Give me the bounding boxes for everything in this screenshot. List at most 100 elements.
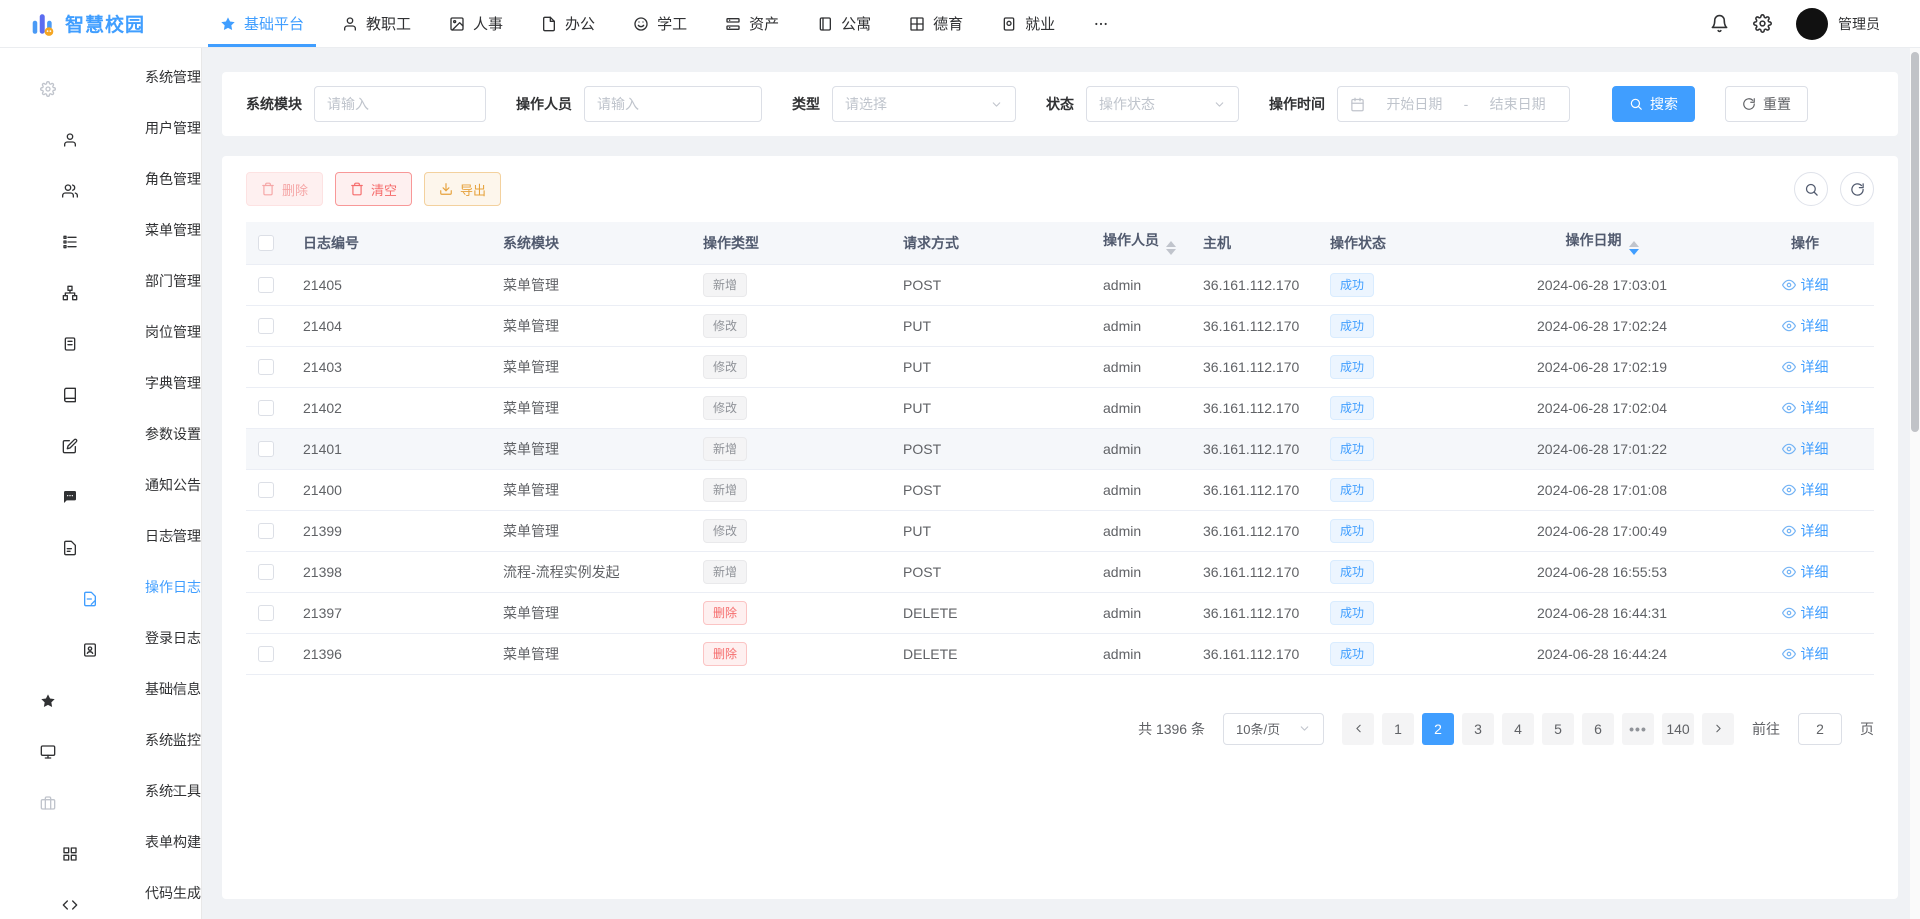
sidebar-item[interactable]: 表单构建 bbox=[0, 816, 201, 867]
avatar[interactable] bbox=[1796, 8, 1828, 40]
cell-module: 菜单管理 bbox=[491, 633, 691, 674]
select-all-header bbox=[246, 222, 291, 264]
status-filter-select[interactable]: 操作状态 bbox=[1086, 86, 1239, 122]
cell-operation-type: 修改 bbox=[691, 346, 891, 387]
next-page-button[interactable] bbox=[1702, 713, 1734, 745]
chevron-down-icon bbox=[168, 682, 181, 695]
cell-action: 详细 bbox=[1736, 633, 1874, 674]
sidebar-item[interactable]: 操作日志 bbox=[0, 561, 201, 612]
detail-link[interactable]: 详细 bbox=[1782, 480, 1829, 500]
nav-more-button[interactable] bbox=[1081, 0, 1121, 47]
row-checkbox[interactable] bbox=[258, 318, 274, 334]
sidebar-item[interactable]: 登录日志 bbox=[0, 612, 201, 663]
page-button[interactable]: 1 bbox=[1382, 713, 1414, 745]
cell-method: PUT bbox=[891, 305, 1091, 346]
username[interactable]: 管理员 bbox=[1838, 14, 1880, 34]
sidebar-item[interactable]: 参数设置 bbox=[0, 408, 201, 459]
page-button[interactable]: 6 bbox=[1582, 713, 1614, 745]
sidebar-item[interactable]: 代码生成 bbox=[0, 867, 201, 918]
cell-log-id: 21400 bbox=[291, 469, 491, 510]
delete-button[interactable]: 删除 bbox=[246, 172, 323, 206]
cell-host: 36.161.112.170 bbox=[1191, 346, 1318, 387]
toggle-search-button[interactable] bbox=[1794, 172, 1828, 206]
nav-tab[interactable]: 学工 bbox=[621, 0, 699, 47]
nav-tab[interactable]: 公寓 bbox=[805, 0, 883, 47]
nav-tab[interactable]: 就业 bbox=[989, 0, 1067, 47]
sidebar-item[interactable]: 部门管理 bbox=[0, 255, 201, 306]
row-checkbox[interactable] bbox=[258, 482, 274, 498]
detail-link[interactable]: 详细 bbox=[1782, 644, 1829, 664]
row-checkbox[interactable] bbox=[258, 277, 274, 293]
row-checkbox[interactable] bbox=[258, 359, 274, 375]
goto-suffix: 页 bbox=[1860, 719, 1874, 739]
page-button[interactable]: 2 bbox=[1422, 713, 1454, 745]
sortable-column-header[interactable]: 操作人员 bbox=[1091, 222, 1191, 264]
sort-carets[interactable] bbox=[1166, 241, 1176, 255]
sidebar-item[interactable]: 用户管理 bbox=[0, 102, 201, 153]
nav-tab[interactable]: 教职工 bbox=[330, 0, 423, 47]
page-button[interactable]: 140 bbox=[1662, 713, 1694, 745]
sidebar-item[interactable]: 系统监控 bbox=[0, 714, 201, 765]
nav-tab[interactable]: 基础平台 bbox=[208, 0, 316, 47]
detail-link[interactable]: 详细 bbox=[1782, 398, 1829, 418]
sortable-column-header[interactable]: 操作日期 bbox=[1468, 222, 1736, 264]
module-filter-input[interactable] bbox=[314, 86, 486, 122]
chevron-down-icon bbox=[1213, 98, 1226, 111]
settings-button[interactable] bbox=[1753, 14, 1772, 33]
refresh-table-button[interactable] bbox=[1840, 172, 1874, 206]
sidebar-item[interactable]: 系统工具 bbox=[0, 765, 201, 816]
cell-action: 详细 bbox=[1736, 264, 1874, 305]
detail-link[interactable]: 详细 bbox=[1782, 357, 1829, 377]
cell-method: DELETE bbox=[891, 592, 1091, 633]
detail-link[interactable]: 详细 bbox=[1782, 439, 1829, 459]
cell-host: 36.161.112.170 bbox=[1191, 510, 1318, 551]
notifications-button[interactable] bbox=[1710, 14, 1729, 33]
row-checkbox[interactable] bbox=[258, 605, 274, 621]
pagination: 共 1396 条 10条/页 123456•••140 前往 页 bbox=[246, 713, 1874, 745]
row-checkbox[interactable] bbox=[258, 441, 274, 457]
reset-button[interactable]: 重置 bbox=[1725, 86, 1808, 122]
cell-select bbox=[246, 551, 291, 592]
page-size-select[interactable]: 10条/页 bbox=[1223, 713, 1324, 745]
select-all-checkbox[interactable] bbox=[258, 235, 274, 251]
nav-tab[interactable]: 人事 bbox=[437, 0, 515, 47]
nav-tab[interactable]: 办公 bbox=[529, 0, 607, 47]
detail-link-label: 详细 bbox=[1801, 357, 1829, 377]
export-button[interactable]: 导出 bbox=[424, 172, 501, 206]
scrollbar-thumb[interactable] bbox=[1911, 52, 1919, 432]
sort-carets[interactable] bbox=[1629, 241, 1639, 255]
detail-link[interactable]: 详细 bbox=[1782, 316, 1829, 336]
page-button[interactable]: 3 bbox=[1462, 713, 1494, 745]
operator-filter-input[interactable] bbox=[584, 86, 762, 122]
page-button[interactable]: 4 bbox=[1502, 713, 1534, 745]
sidebar-item[interactable]: 通知公告 bbox=[0, 459, 201, 510]
detail-link[interactable]: 详细 bbox=[1782, 562, 1829, 582]
search-button[interactable]: 搜索 bbox=[1612, 86, 1695, 122]
detail-link[interactable]: 详细 bbox=[1782, 603, 1829, 623]
sidebar-item[interactable]: 系统管理 bbox=[0, 51, 201, 102]
sidebar-item[interactable]: 角色管理 bbox=[0, 153, 201, 204]
sidebar-item[interactable]: 岗位管理 bbox=[0, 306, 201, 357]
cell-host: 36.161.112.170 bbox=[1191, 592, 1318, 633]
sidebar-item[interactable]: 日志管理 bbox=[0, 510, 201, 561]
row-checkbox[interactable] bbox=[258, 400, 274, 416]
sidebar-item[interactable]: 字典管理 bbox=[0, 357, 201, 408]
date-range-picker[interactable]: 开始日期 - 结束日期 bbox=[1337, 86, 1570, 122]
nav-tab[interactable]: 资产 bbox=[713, 0, 791, 47]
nav-tab[interactable]: 德育 bbox=[897, 0, 975, 47]
clear-button[interactable]: 清空 bbox=[335, 172, 412, 206]
sidebar-item[interactable]: 基础信息 bbox=[0, 663, 201, 714]
sidebar-item-label: 字典管理 bbox=[145, 373, 201, 393]
row-checkbox[interactable] bbox=[258, 646, 274, 662]
row-checkbox[interactable] bbox=[258, 564, 274, 580]
prev-page-button[interactable] bbox=[1342, 713, 1374, 745]
detail-link[interactable]: 详细 bbox=[1782, 521, 1829, 541]
page-button[interactable]: 5 bbox=[1542, 713, 1574, 745]
more-pages-button[interactable]: ••• bbox=[1622, 713, 1654, 745]
goto-page-input[interactable] bbox=[1798, 713, 1842, 745]
type-filter-select[interactable]: 请选择 bbox=[832, 86, 1016, 122]
status-badge: 成功 bbox=[1330, 396, 1374, 420]
row-checkbox[interactable] bbox=[258, 523, 274, 539]
detail-link[interactable]: 详细 bbox=[1782, 275, 1829, 295]
sidebar-item[interactable]: 菜单管理 bbox=[0, 204, 201, 255]
